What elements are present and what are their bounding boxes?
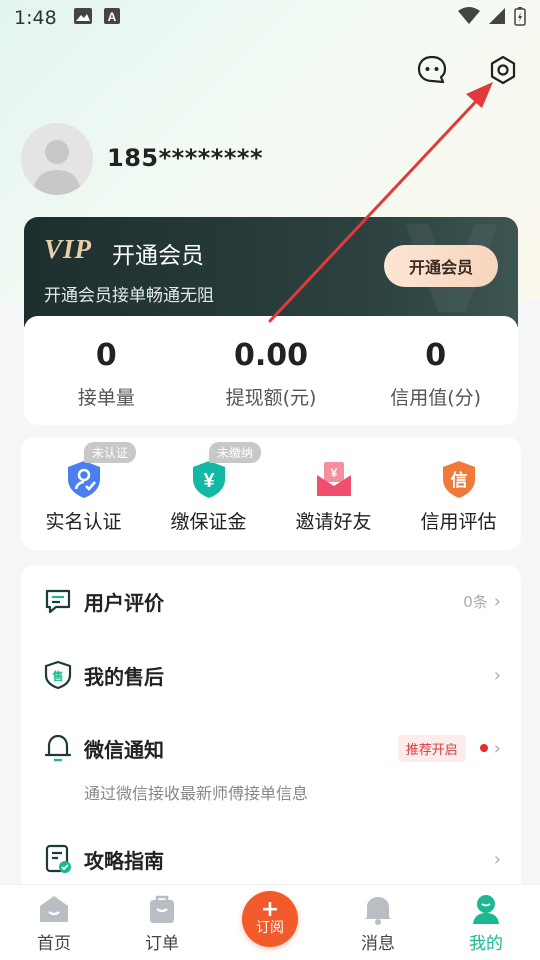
unread-dot	[479, 744, 488, 752]
wechat-notify-description: 通过微信接收最新师傅接单信息	[84, 784, 309, 803]
text-input-icon: A	[103, 7, 121, 30]
menu-item-reviews[interactable]: 用户评价 0条 ›	[21, 581, 521, 621]
stat-label: 接单量	[77, 387, 135, 409]
customer-service-button[interactable]	[412, 50, 452, 90]
status-badge: 未认证	[84, 442, 137, 463]
guide-document-icon	[43, 844, 73, 874]
stat-withdrawal[interactable]: 0.00 提现额(元)	[189, 316, 354, 425]
id-shield-icon	[64, 459, 104, 499]
recommend-tag: 推荐开启	[397, 734, 466, 762]
settings-button[interactable]	[483, 50, 523, 90]
stat-value: 0	[425, 338, 447, 373]
stats-card: 0 接单量 0.00 提现额(元) 0 信用值(分)	[24, 316, 518, 425]
home-icon	[38, 893, 70, 925]
menu-label: 用户评价	[84, 590, 164, 615]
chat-bubble-icon	[417, 55, 447, 84]
nav-label: 首页	[37, 934, 71, 954]
yuan-shield-icon: ¥	[189, 459, 229, 499]
menu-item-wechat-notify[interactable]: 微信通知 推荐开启 ›	[21, 728, 521, 768]
nav-mine[interactable]: 我的	[432, 885, 540, 960]
status-badge: 未缴纳	[209, 442, 262, 463]
chevron-right-icon: ›	[493, 664, 501, 686]
service-credit[interactable]: 信 信用评估	[396, 437, 521, 550]
stat-value: 0	[95, 338, 117, 373]
open-vip-button[interactable]: 开通会员	[384, 245, 498, 287]
service-label: 信用评估	[420, 511, 497, 533]
service-label: 实名认证	[45, 511, 122, 533]
chevron-right-icon: ›	[493, 848, 501, 870]
menu-label: 我的售后	[84, 664, 164, 689]
svg-text:¥: ¥	[330, 466, 337, 480]
avatar[interactable]	[21, 123, 93, 195]
service-deposit[interactable]: 未缴纳 ¥ 缴保证金	[146, 437, 271, 550]
menu-label: 微信通知	[84, 737, 164, 762]
stat-label: 提现额(元)	[225, 387, 317, 409]
envelope-icon: ¥	[314, 459, 354, 499]
stat-credit[interactable]: 0 信用值(分)	[353, 316, 518, 425]
chevron-right-icon: ›	[493, 737, 501, 759]
service-card: 未认证 实名认证 未缴纳 ¥ 缴保证金 ¥ 邀请好友 信 信用评估	[21, 437, 521, 550]
nav-messages[interactable]: 消息	[324, 885, 432, 960]
nav-subscribe[interactable]: + 订阅	[216, 885, 324, 960]
service-real-name[interactable]: 未认证 实名认证	[21, 437, 146, 550]
chevron-right-icon: ›	[493, 590, 501, 612]
default-avatar-icon	[33, 140, 81, 195]
bell-icon	[43, 733, 73, 763]
stat-label: 信用值(分)	[390, 387, 482, 409]
wifi-icon	[458, 6, 480, 30]
menu-item-after-sales[interactable]: 售 我的售后 ›	[21, 655, 521, 695]
subscribe-button[interactable]: + 订阅	[242, 891, 298, 947]
svg-text:信: 信	[450, 470, 467, 491]
svg-text:售: 售	[52, 669, 64, 683]
order-bag-icon	[147, 893, 177, 925]
comment-icon	[43, 586, 73, 616]
vip-title: 开通会员	[112, 243, 204, 269]
vip-logo: VIP	[44, 234, 93, 264]
nav-orders[interactable]: 订单	[108, 885, 216, 960]
menu-label: 攻略指南	[84, 848, 164, 873]
hexagon-gear-icon	[490, 55, 516, 85]
stat-value: 0.00	[233, 338, 309, 373]
service-label: 邀请好友	[295, 511, 372, 533]
battery-icon	[514, 6, 526, 31]
status-time: 1:48	[14, 7, 57, 29]
svg-text:¥: ¥	[203, 470, 215, 492]
nav-home[interactable]: 首页	[0, 885, 108, 960]
menu-card: 用户评价 0条 › 售 我的售后 › 微信通知 推荐开启 › 通过微信接收最新师…	[21, 565, 521, 895]
bottom-nav: 首页 订单 + 订阅 消息 我的	[0, 884, 540, 960]
nav-label: 订单	[145, 934, 179, 954]
user-phone[interactable]: 185********	[107, 144, 263, 172]
bell-icon	[363, 893, 393, 925]
service-invite[interactable]: ¥ 邀请好友	[271, 437, 396, 550]
status-bar: 1:48 A	[0, 0, 540, 36]
service-label: 缴保证金	[170, 511, 247, 533]
image-icon	[73, 7, 93, 30]
svg-text:A: A	[107, 10, 116, 24]
credit-badge-icon: 信	[439, 459, 479, 499]
vip-banner[interactable]: V VIP 开通会员 开通会员接单畅通无阻 开通会员	[24, 217, 518, 327]
signal-icon	[488, 7, 506, 30]
stat-orders[interactable]: 0 接单量	[24, 316, 189, 425]
after-sales-shield-icon: 售	[43, 660, 73, 690]
user-icon	[470, 893, 502, 925]
vip-subtitle: 开通会员接单畅通无阻	[44, 286, 214, 306]
plus-icon: +	[260, 897, 280, 922]
menu-item-guide[interactable]: 攻略指南 ›	[21, 839, 521, 879]
nav-label: 消息	[361, 934, 395, 954]
nav-label: 我的	[469, 934, 503, 954]
nav-label: 订阅	[256, 920, 284, 936]
review-count: 0条	[463, 592, 488, 611]
